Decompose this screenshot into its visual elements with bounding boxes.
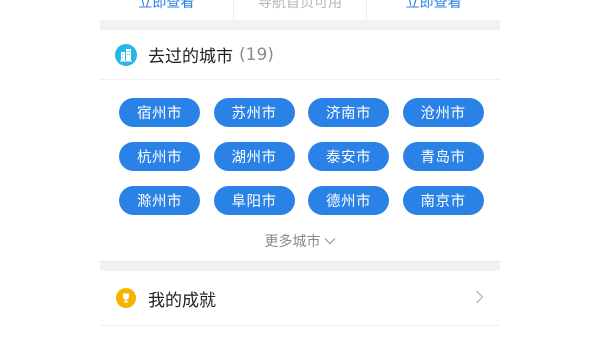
city-chip[interactable]: 阜阳市 bbox=[213, 186, 295, 215]
top-action-row: 立即查看 导航首页可用 立即查看 bbox=[100, 0, 500, 20]
city-building-icon bbox=[115, 43, 137, 66]
trophy-icon bbox=[116, 288, 136, 308]
city-chip[interactable]: 杭州市 bbox=[119, 142, 200, 171]
section-divider bbox=[100, 20, 500, 30]
visited-cities-header: 去过的城市 (19) bbox=[100, 30, 500, 80]
city-chip-grid: 宿州市 苏州市 济南市 沧州市 杭州市 湖州市 泰安市 青岛市 滁州市 阜阳市 … bbox=[119, 98, 489, 215]
city-chip[interactable]: 苏州市 bbox=[213, 98, 295, 127]
more-cities-button[interactable]: 更多城市 bbox=[100, 230, 500, 252]
section-divider bbox=[100, 261, 500, 271]
city-chip[interactable]: 湖州市 bbox=[213, 142, 295, 171]
city-chip[interactable]: 济南市 bbox=[308, 98, 389, 127]
view-now-link-left[interactable]: 立即查看 bbox=[100, 0, 234, 20]
city-chip[interactable]: 沧州市 bbox=[402, 98, 484, 127]
nav-home-available-text: 导航首页可用 bbox=[234, 0, 368, 20]
chevron-right-icon bbox=[476, 290, 484, 304]
visited-cities-count: (19) bbox=[239, 44, 274, 65]
city-chip[interactable]: 泰安市 bbox=[308, 142, 389, 171]
my-achievements-label: 我的成就 bbox=[148, 290, 216, 311]
chevron-down-icon bbox=[324, 238, 335, 245]
profile-panel: 立即查看 导航首页可用 立即查看 去过的城市 (19) 宿州市 苏州市 济南市 … bbox=[100, 0, 500, 340]
city-chip[interactable]: 宿州市 bbox=[119, 98, 200, 127]
city-chip[interactable]: 南京市 bbox=[402, 186, 484, 215]
city-chip[interactable]: 滁州市 bbox=[119, 186, 200, 215]
my-achievements-row[interactable]: 我的成就 bbox=[100, 271, 500, 326]
more-cities-label: 更多城市 bbox=[264, 234, 321, 250]
city-chip[interactable]: 德州市 bbox=[308, 186, 389, 215]
view-now-link-right[interactable]: 立即查看 bbox=[367, 0, 500, 20]
visited-cities-title: 去过的城市 bbox=[148, 47, 233, 67]
city-chip[interactable]: 青岛市 bbox=[402, 142, 484, 171]
